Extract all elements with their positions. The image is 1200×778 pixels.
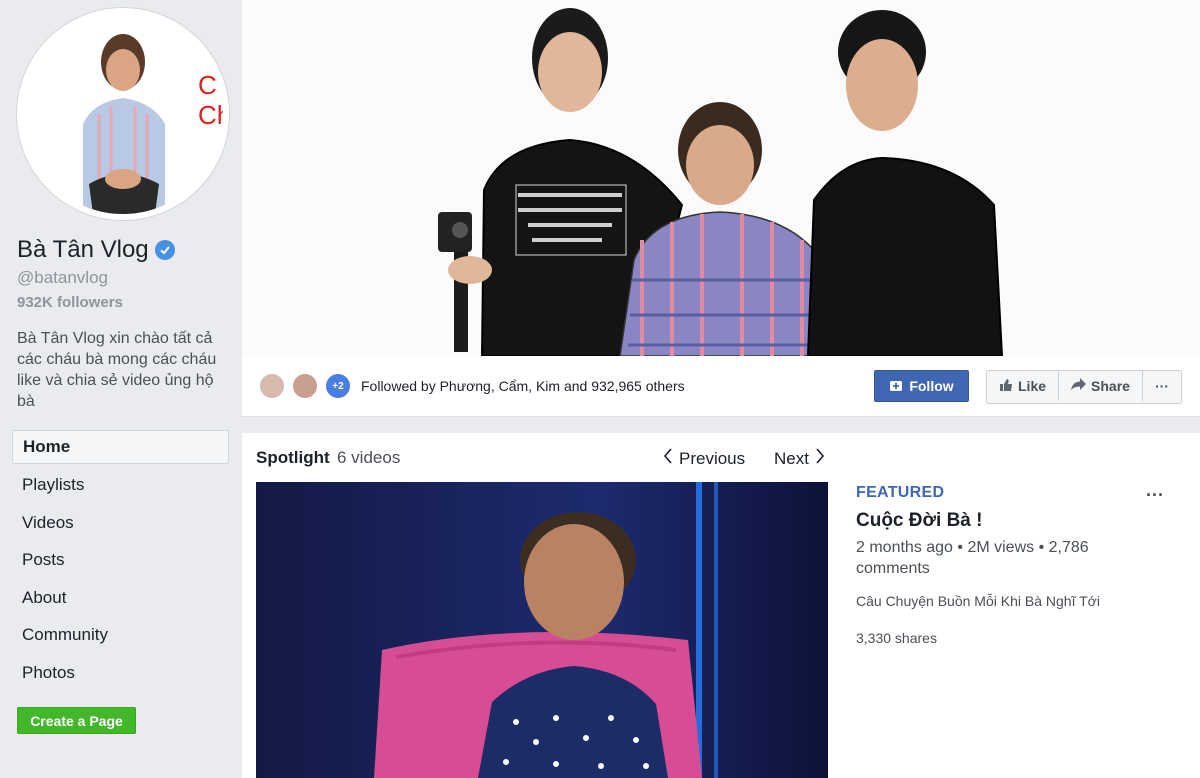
followed-by-text[interactable]: Followed by Phương, Cẩm, Kim and 932,965… (361, 378, 685, 394)
nav-item-playlists[interactable]: Playlists (12, 468, 229, 506)
video-description: Câu Chuyện Buồn Mỗi Khi Bà Nghĩ Tới (856, 593, 1100, 609)
page-nav: Home Playlists Videos Posts About Commun… (12, 430, 229, 693)
video-title[interactable]: Cuộc Đời Bà ! (856, 510, 982, 532)
spotlight-count: 6 videos (337, 448, 401, 467)
like-button[interactable]: Like (987, 371, 1060, 401)
page-title[interactable]: Bà Tân Vlog (17, 236, 175, 264)
chevron-right-icon (815, 448, 825, 469)
follow-button[interactable]: Follow (874, 370, 969, 402)
profile-picture[interactable]: C Ch (17, 8, 229, 220)
next-label: Next (774, 448, 809, 468)
thumbs-up-icon (999, 378, 1013, 395)
follower-avatar[interactable] (258, 372, 286, 400)
nav-item-posts[interactable]: Posts (12, 543, 229, 581)
video-thumbnail (256, 482, 828, 778)
page-name-text: Bà Tân Vlog (17, 236, 149, 263)
left-sidebar: C Ch Bà Tân Vlog @batanvlog 932K followe… (0, 0, 242, 778)
page-buttons-group: Like Share ··· (986, 370, 1182, 404)
previous-button[interactable]: Previous (663, 448, 745, 469)
share-label: Share (1091, 378, 1130, 394)
create-page-button[interactable]: Create a Page (17, 707, 136, 734)
nav-item-about[interactable]: About (12, 581, 229, 619)
featured-video-player[interactable] (256, 482, 828, 778)
follower-avatar[interactable] (291, 372, 319, 400)
nav-item-community[interactable]: Community (12, 618, 229, 656)
next-button[interactable]: Next (774, 448, 825, 469)
page-action-bar: +2 Followed by Phương, Cẩm, Kim and 932,… (242, 356, 1200, 417)
more-options-button[interactable]: ··· (1143, 371, 1181, 401)
avatar[interactable]: C Ch (23, 14, 223, 214)
page-bio: Bà Tân Vlog xin chào tất cả các cháu bà … (17, 330, 217, 410)
spotlight-title: Spotlight (256, 448, 330, 467)
video-options-button[interactable]: ··· (1146, 485, 1164, 506)
more-followers-badge[interactable]: +2 (324, 372, 352, 400)
cover-photo[interactable] (242, 0, 1200, 356)
spotlight-section: Spotlight 6 videos Previous Next FEATURE… (242, 433, 1200, 778)
verified-badge-icon (154, 240, 175, 260)
previous-label: Previous (679, 448, 746, 468)
video-shares[interactable]: 3,330 shares (856, 630, 937, 646)
follower-count: 932K followers (17, 294, 123, 311)
nav-item-videos[interactable]: Videos (12, 506, 229, 544)
follow-label: Follow (909, 378, 954, 394)
avatar-photo (23, 14, 223, 214)
share-button[interactable]: Share (1059, 371, 1143, 401)
page-handle[interactable]: @batanvlog (17, 268, 108, 288)
share-arrow-icon (1071, 378, 1087, 394)
avatar-overlay-text: C Ch (198, 70, 223, 130)
follow-icon (889, 378, 903, 395)
video-meta: 2 months ago • 2M views • 2,786 comments (856, 539, 1089, 577)
nav-item-home[interactable]: Home (12, 430, 229, 464)
cover-image (242, 0, 1200, 356)
nav-item-photos[interactable]: Photos (12, 656, 229, 694)
chevron-left-icon (663, 448, 673, 469)
featured-label: FEATURED (856, 484, 945, 501)
like-label: Like (1018, 378, 1047, 394)
